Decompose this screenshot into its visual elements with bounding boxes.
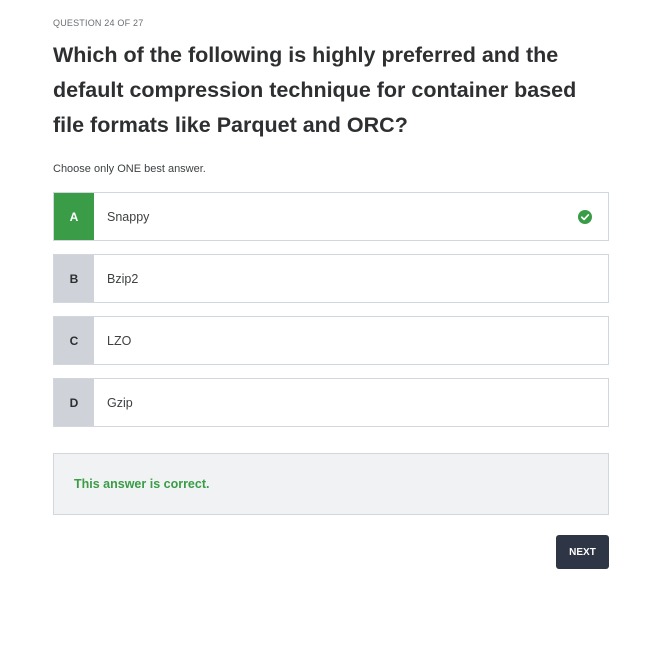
check-circle-icon [578, 209, 592, 224]
next-button[interactable]: NEXT [556, 535, 609, 569]
option-letter: D [54, 379, 94, 426]
answer-option-a[interactable]: A Snappy [53, 192, 609, 241]
feedback-banner: This answer is correct. [53, 453, 609, 515]
feedback-message: This answer is correct. [74, 477, 210, 491]
option-text: LZO [107, 333, 132, 348]
option-letter: B [54, 255, 94, 302]
option-text: Gzip [107, 395, 133, 410]
answer-option-d[interactable]: D Gzip [53, 378, 609, 427]
option-letter: C [54, 317, 94, 364]
option-letter: A [54, 193, 94, 240]
answer-option-c[interactable]: C LZO [53, 316, 609, 365]
answer-instruction: Choose only ONE best answer. [53, 163, 206, 175]
option-text: Bzip2 [107, 271, 139, 286]
option-text: Snappy [107, 209, 150, 224]
question-text: Which of the following is highly preferr… [53, 43, 577, 137]
answer-option-b[interactable]: B Bzip2 [53, 254, 609, 303]
question-counter: QUESTION 24 OF 27 [53, 18, 144, 28]
answer-options: A Snappy B Bzip2 C LZO D Gzip [53, 192, 609, 440]
